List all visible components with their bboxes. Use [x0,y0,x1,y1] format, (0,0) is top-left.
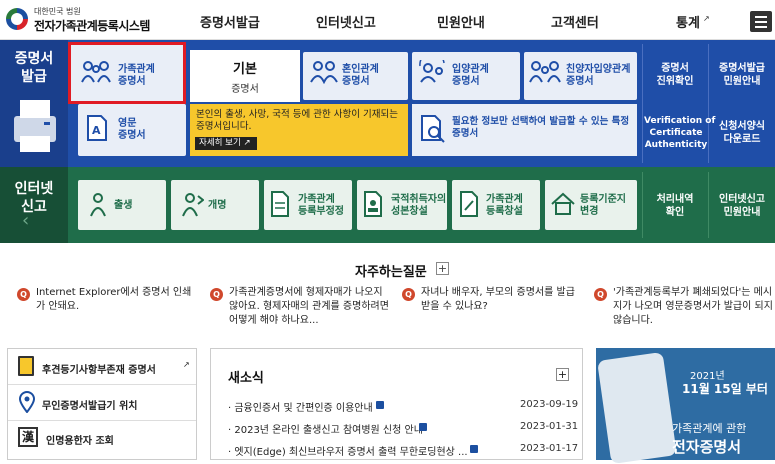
banner-title: 전자증명서 [672,438,742,456]
specific-cert-label: 필요한 정보만 선택하여 발급할 수 있는 특정증명서 [452,116,630,139]
banner-date: 11월 15일 부터 [682,382,768,396]
faq-title: 자주하는질문 [355,265,427,280]
birth-report-label: 출생 [114,200,133,211]
process-check-link[interactable]: 처리내역 확인 [644,193,706,219]
surname-origin-label: 국적취득자의 성본창설 [391,194,447,217]
report-title-1: 인터넷 [14,181,54,197]
quick-link-hanja-label: 인명용한자 조회 [46,436,114,447]
cert-title-1: 증명서 [14,51,54,67]
hanja-icon: 漢 [18,427,38,447]
marriage-cert-label: 혼인관계 증명서 [342,64,379,87]
family-correction-label: 가족관계 등록부정정 [298,194,344,217]
detail-view-label: 자세히 보기 [199,138,241,148]
svg-text:A: A [92,124,101,137]
verification-link[interactable]: Verification of Certificate Authenticity [644,115,715,151]
name-change-label: 개명 [208,200,227,211]
report-section-title: 인터넷 신고 [14,180,54,216]
faq-item-3[interactable]: 자녀나 배우자, 부모의 증명서를 발급 받을 수 있나요? [421,286,581,314]
cert-guide-link[interactable]: 증명서발급 민원안내 [710,62,774,88]
family-cert-label: 가족관계 증명서 [118,64,155,87]
new-badge-icon [419,423,427,431]
full-adoption-icon [529,61,561,83]
basic-cert-sub: 증명서 [231,84,259,95]
new-badge-icon [376,401,384,409]
nav-cert-issue[interactable]: 증명서발급 [200,12,260,31]
new-badge-icon [470,445,478,453]
divider [642,44,643,163]
quick-link-kiosk-label: 무인증명서발급기 위치 [42,401,138,412]
house-icon [551,192,575,215]
nav-statistics[interactable]: 통계 [676,12,700,31]
news-item-1-date: 2023-09-19 [520,399,579,410]
full-adoption-cert-label: 친양자입양관계 증명서 [566,64,631,87]
news-more-button[interactable]: + [556,368,569,381]
cert-verify-link[interactable]: 증명서 진위확인 [644,62,706,88]
pen-doc-icon [460,191,478,217]
question-icon: Q [17,288,30,301]
court-logo-icon[interactable] [6,8,28,30]
logo-title[interactable]: 전자가족관계등록시스템 [34,17,150,34]
document-icon [271,191,289,217]
family-creation-label: 가족관계 등록창설 [486,194,523,217]
news-item-1-text: 금융인증서 및 간편인증 이용안내 [234,403,373,414]
news-item-2-text: 2023년 온라인 출생신고 참여병원 신청 안내 [234,425,423,436]
nav-internet-report[interactable]: 인터넷신고 [316,12,376,31]
news-item-2-date: 2023-01-31 [520,421,579,432]
news-item-3[interactable]: · 엣지(Edge) 최신브라우저 증명서 출력 무한로딩현상 ... [228,443,468,458]
baby-icon [90,193,106,217]
detail-view-button[interactable]: 자세히 보기 ↗ [195,137,257,150]
question-icon: Q [594,288,607,301]
location-pin-icon [18,391,36,413]
nav-customer-center[interactable]: 고객센터 [551,12,599,31]
news-item-3-date: 2023-01-17 [520,443,579,454]
phone-image [597,351,677,464]
english-cert-label: 영문 증명서 [118,118,146,141]
question-icon: Q [210,288,223,301]
adoption-icon [419,60,445,83]
faq-item-1[interactable]: Internet Explorer에서 증명서 인쇄가 안돼요. [36,286,196,314]
base-change-label: 등록기준지 변경 [580,194,626,217]
news-title: 새소식 [228,371,264,386]
external-link-icon: ↗ [183,360,190,369]
banner-subtitle: 가족관계에 관한 [672,422,747,435]
adoption-cert-label: 입양관계 증명서 [452,64,489,87]
basic-cert-description: 본인의 출생, 사망, 국적 등에 관한 사항이 기재되는 증명서입니다. [196,109,398,132]
cert-section-title: 증명서발급 [14,50,54,86]
faq-more-button[interactable]: + [436,262,449,275]
printer-icon [14,100,56,152]
couple-icon [310,61,338,84]
divider [708,44,709,163]
logo-small-text[interactable]: 대한민국 법원 [34,6,81,17]
external-link-icon: ↗ [703,14,710,23]
report-guide-link[interactable]: 인터넷신고 민원안내 [710,193,774,219]
divider [642,172,643,238]
news-item-1[interactable]: · 금융인증서 및 간편인증 이용안내 [228,399,373,414]
id-doc-icon [364,191,382,217]
chevron-left-icon[interactable]: ‹ [22,210,29,231]
search-doc-icon [421,115,445,143]
question-icon: Q [402,288,415,301]
basic-cert-title: 기본 [233,62,257,77]
family-icon [81,61,111,83]
quick-link-guardianship-label: 후견등기사항부존재 증명서 [42,365,156,376]
divider [708,172,709,238]
certificate-icon [18,356,34,376]
faq-item-4[interactable]: '가족관계등록부가 폐쇄되었다'는 메시지가 나오며 영문증명서가 발급이 되지… [613,286,773,328]
nav-civil-guide[interactable]: 민원안내 [437,12,485,31]
cert-title-2: 발급 [21,69,47,85]
menu-button[interactable] [750,11,772,32]
faq-item-2[interactable]: 가족관계증명서에 형제자매가 나오지 않아요. 형제자매의 관계를 증명하려면 … [229,286,389,328]
form-download-link[interactable]: 신청서양식 다운로드 [710,120,774,146]
news-item-3-text: 엣지(Edge) 최신브라우저 증명서 출력 무한로딩현상 ... [234,447,468,458]
person-change-icon [182,193,204,217]
news-item-2[interactable]: · 2023년 온라인 출생신고 참여병원 신청 안내 [228,421,423,436]
english-doc-icon: A [87,115,107,141]
